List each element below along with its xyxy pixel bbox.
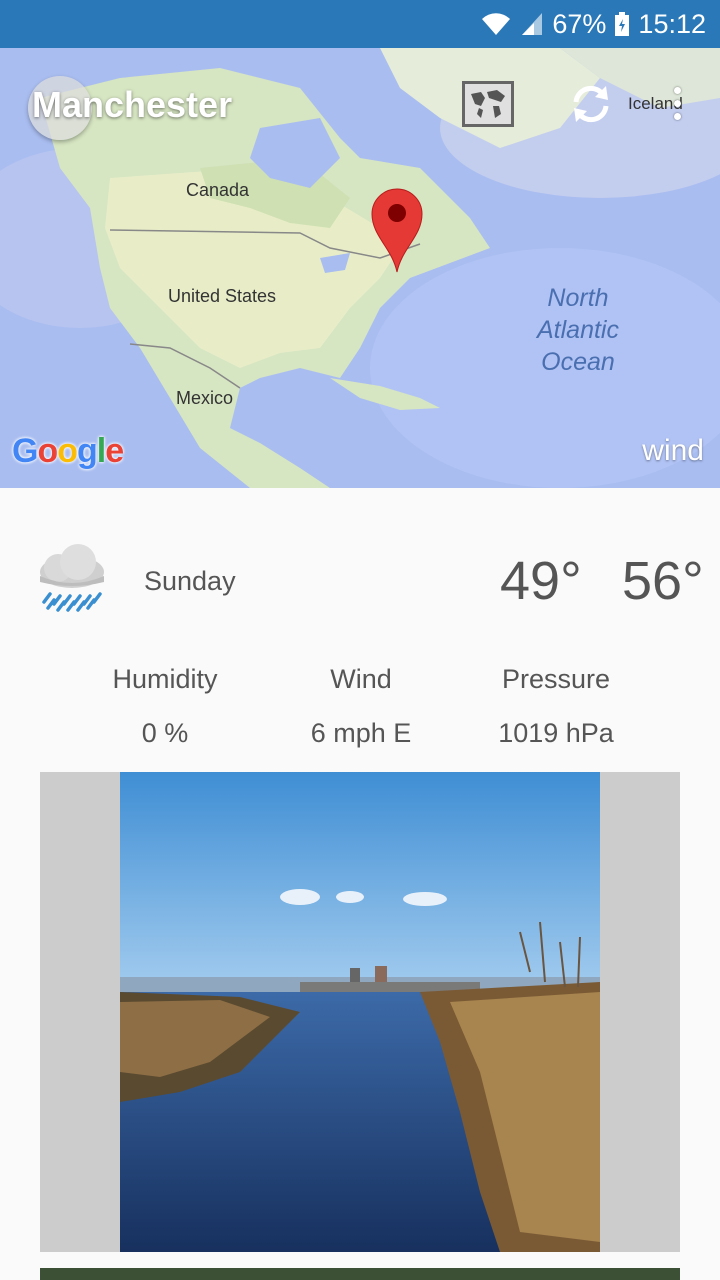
ocean-line-1: North [547,284,609,312]
location-pin-icon[interactable] [370,188,424,274]
forecast-row: Sunday 49° 56° [0,530,720,640]
status-bar: 67% 15:12 [0,0,720,48]
city-photo [120,772,600,1252]
humidity-value: 0 % [141,718,189,748]
map-label-ocean: North Atlantic Ocean [520,282,636,378]
refresh-button[interactable] [568,84,614,124]
battery-percent: 67% [552,8,607,39]
rain-cloud-icon [40,544,104,612]
more-vert-icon [673,87,681,94]
pressure-label: Pressure [501,664,611,694]
city-title: Manchester [32,84,233,125]
map-label-mexico: Mexico [176,388,234,408]
clock: 15:12 [638,8,706,39]
map-type-button[interactable] [462,81,514,127]
more-vert-icon-dot [673,113,681,120]
wind-value: 6 mph E [310,718,412,748]
more-vert-icon-dot [673,100,681,107]
refresh-icon [573,85,609,123]
next-photo-card[interactable] [40,1268,680,1280]
overflow-menu-button[interactable] [668,84,686,124]
ocean-line-3: Ocean [541,348,615,376]
wifi-icon [480,11,512,37]
world-map-icon [465,84,511,124]
temp-high: 56° [622,551,704,611]
google-logo: Google [12,432,124,470]
battery-icon [614,11,630,37]
ocean-line-2: Atlantic [537,316,619,344]
forecast-day: Sunday [144,566,236,596]
temp-low: 49° [500,551,582,611]
wind-label: Wind [330,664,392,694]
pressure-value: 1019 hPa [498,718,614,748]
map-layer-label: wind [642,434,704,467]
signal-icon [520,11,544,37]
map-label-usa: United States [168,286,277,306]
city-photo-card[interactable] [40,772,680,1252]
humidity-label: Humidity [112,664,218,694]
map-label-canada: Canada [186,180,250,200]
